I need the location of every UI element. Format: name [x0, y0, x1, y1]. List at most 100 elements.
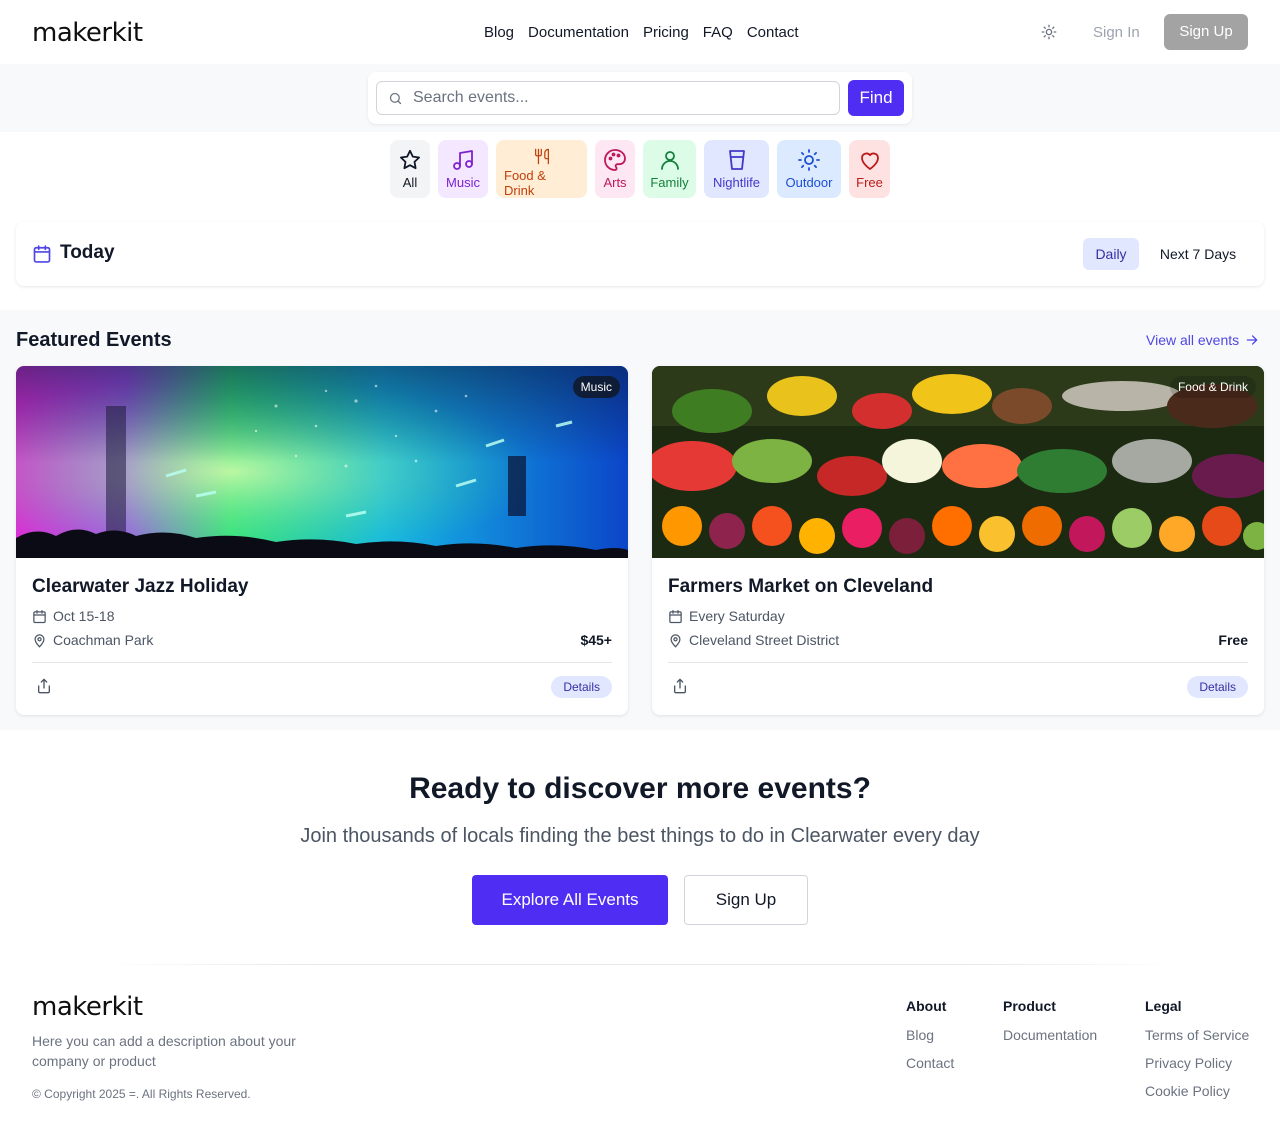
- category-free[interactable]: Free: [849, 140, 890, 198]
- footer-logo[interactable]: makerkit: [32, 992, 143, 1022]
- footer-column-about: About Blog Contact: [906, 998, 954, 1082]
- footer-link-contact[interactable]: Contact: [906, 1054, 954, 1072]
- footer-link-cookie[interactable]: Cookie Policy: [1145, 1082, 1249, 1100]
- event-price: Free: [1218, 632, 1248, 648]
- divider: [668, 662, 1248, 663]
- main-nav: Blog Documentation Pricing FAQ Contact: [484, 24, 799, 41]
- logo[interactable]: makerkit: [32, 18, 143, 48]
- category-label: Music: [446, 175, 480, 190]
- sun-icon[interactable]: [1040, 23, 1058, 41]
- date-filter-title: Today: [60, 242, 115, 263]
- event-date-text: Oct 15-18: [53, 608, 115, 624]
- category-label: Outdoor: [785, 175, 833, 190]
- footer-link-terms[interactable]: Terms of Service: [1145, 1026, 1249, 1044]
- category-label: Nightlife: [713, 175, 760, 190]
- event-location: Coachman Park: [32, 632, 153, 648]
- search-box: Find: [368, 72, 912, 124]
- heart-icon: [860, 152, 879, 170]
- user-icon: [660, 151, 679, 170]
- map-pin-icon: [670, 633, 681, 648]
- category-label: All: [402, 175, 418, 190]
- category-outdoor[interactable]: Outdoor: [777, 140, 841, 198]
- arrow-right-icon: [1246, 335, 1258, 345]
- map-pin-icon: [34, 633, 45, 648]
- featured-events-section: Featured Events View all events Music Cl…: [0, 310, 1280, 730]
- details-button[interactable]: Details: [1187, 676, 1248, 698]
- category-badge: Food & Drink: [1169, 376, 1256, 398]
- nav-link-documentation[interactable]: Documentation: [528, 24, 629, 41]
- share-icon[interactable]: [672, 678, 688, 699]
- category-all[interactable]: All: [390, 140, 430, 198]
- search-field: [376, 81, 840, 115]
- footer-description: Here you can add a description about you…: [32, 1033, 296, 1069]
- footer-link-documentation[interactable]: Documentation: [1003, 1026, 1097, 1044]
- nav-link-contact[interactable]: Contact: [747, 24, 799, 41]
- sign-in-link[interactable]: Sign In: [1093, 24, 1140, 41]
- event-price: $45+: [580, 632, 612, 648]
- search-icon: [389, 92, 402, 105]
- calendar-icon: [33, 245, 51, 263]
- details-button[interactable]: Details: [551, 676, 612, 698]
- calendar-icon: [669, 609, 682, 623]
- copyright: © Copyright 2025 =. All Rights Reserved.: [32, 1087, 251, 1101]
- event-date: Oct 15-18: [32, 608, 114, 624]
- section-title: Featured Events: [16, 329, 172, 351]
- nav-link-blog[interactable]: Blog: [484, 24, 514, 41]
- glass-icon: [728, 150, 745, 170]
- search-section: Find: [0, 64, 1280, 132]
- footer-column-product: Product Documentation: [1003, 998, 1097, 1054]
- category-family[interactable]: Family: [643, 140, 696, 198]
- event-date: Every Saturday: [668, 608, 785, 624]
- event-location-text: Coachman Park: [53, 632, 154, 648]
- find-button[interactable]: Find: [848, 80, 904, 116]
- footer-link-privacy[interactable]: Privacy Policy: [1145, 1054, 1249, 1072]
- tab-next-7-days[interactable]: Next 7 Days: [1148, 238, 1248, 270]
- category-label: Family: [650, 175, 689, 190]
- footer-link-blog[interactable]: Blog: [906, 1026, 954, 1044]
- nav-link-pricing[interactable]: Pricing: [643, 24, 689, 41]
- sun-icon: [798, 149, 820, 171]
- footer-heading: Legal: [1145, 998, 1182, 1014]
- footer-heading: Product: [1003, 998, 1056, 1014]
- event-location-text: Cleveland Street District: [689, 632, 840, 648]
- music-icon: [453, 150, 473, 170]
- category-label: Food & Drink: [504, 168, 546, 198]
- event-image-market: Food & Drink: [652, 366, 1264, 558]
- footer-divider: [100, 964, 1180, 965]
- category-badge: Music: [572, 376, 620, 398]
- event-location: Cleveland Street District: [668, 632, 839, 648]
- event-image-concert: Music: [16, 366, 628, 558]
- tab-daily[interactable]: Daily: [1083, 238, 1139, 270]
- event-date-text: Every Saturday: [689, 608, 785, 624]
- category-nightlife[interactable]: Nightlife: [704, 140, 769, 198]
- cta-subtitle: Join thousands of locals finding the bes…: [300, 825, 980, 847]
- cta-title: Ready to discover more events?: [409, 772, 871, 805]
- site-header: makerkit Blog Documentation Pricing FAQ …: [0, 0, 1280, 64]
- cta-sign-up-button[interactable]: Sign Up: [684, 875, 808, 925]
- search-input[interactable]: [413, 82, 833, 114]
- event-title[interactable]: Farmers Market on Cleveland: [668, 576, 933, 598]
- calendar-icon: [33, 609, 46, 623]
- explore-all-events-button[interactable]: Explore All Events: [472, 875, 668, 925]
- divider: [32, 662, 612, 663]
- palette-icon: [604, 149, 626, 171]
- category-music[interactable]: Music: [438, 140, 488, 198]
- category-label: Free: [856, 175, 883, 190]
- footer-heading: About: [906, 998, 947, 1014]
- event-title[interactable]: Clearwater Jazz Holiday: [32, 576, 248, 598]
- sign-up-button[interactable]: Sign Up: [1164, 14, 1248, 50]
- category-arts[interactable]: Arts: [595, 140, 635, 198]
- category-food-drink[interactable]: Food & Drink: [496, 140, 587, 198]
- footer-column-legal: Legal Terms of Service Privacy Policy Co…: [1145, 998, 1249, 1110]
- star-icon: [400, 149, 420, 170]
- event-card[interactable]: Music Clearwater Jazz Holiday Oct 15-18 …: [16, 366, 628, 715]
- nav-link-faq[interactable]: FAQ: [703, 24, 733, 41]
- event-card[interactable]: Food & Drink Farmers Market on Cleveland…: [652, 366, 1264, 715]
- view-all-events-link[interactable]: View all events: [1146, 332, 1259, 348]
- date-filter-bar: Today Daily Next 7 Days: [16, 222, 1264, 286]
- view-all-label: View all events: [1146, 332, 1240, 348]
- utensils-icon: [534, 148, 549, 165]
- category-filters: All Music Food & Drink Arts Family Night…: [0, 140, 1280, 198]
- share-icon[interactable]: [36, 678, 52, 699]
- category-label: Arts: [603, 175, 627, 190]
